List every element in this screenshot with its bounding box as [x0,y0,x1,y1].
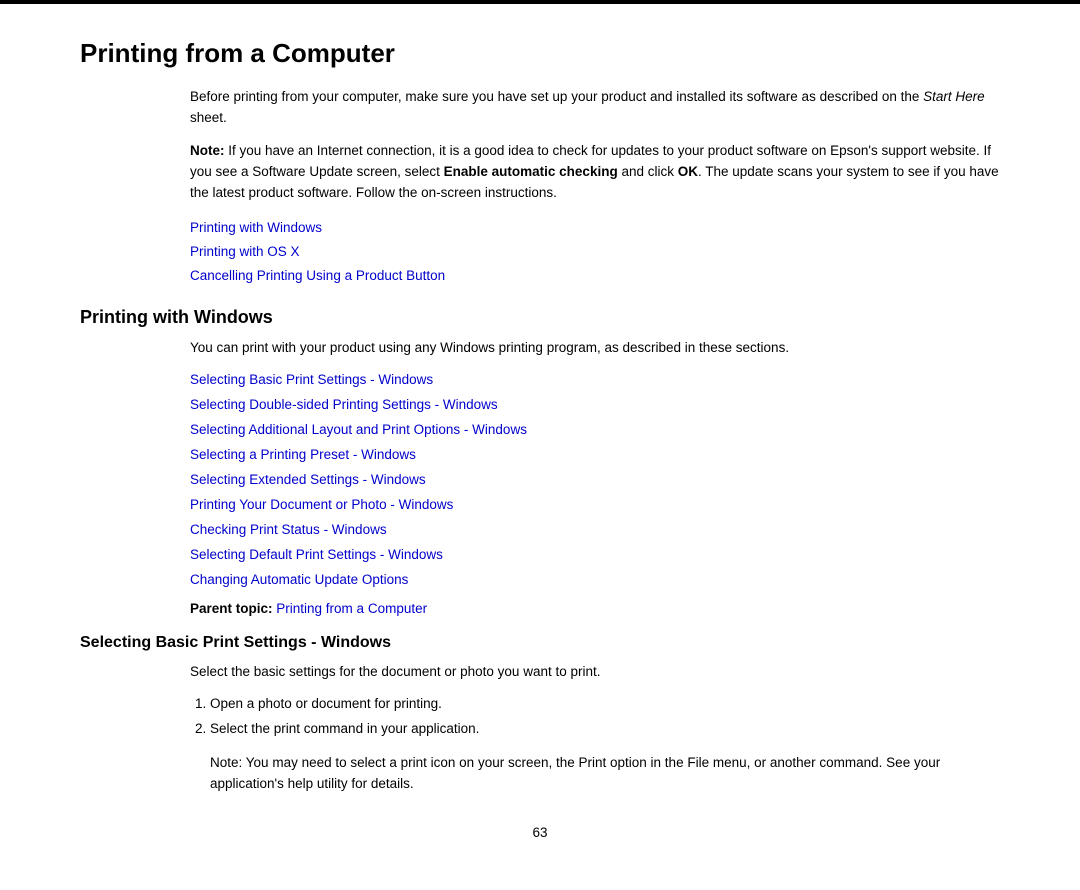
windows-section-links: Selecting Basic Print Settings - Windows… [190,368,1000,593]
list-item-2: Select the print command in your applica… [210,718,1000,741]
enable-auto-checking: Enable automatic checking [444,164,618,179]
note-label: Note: [190,143,225,158]
basic-print-note: Note: You may need to select a print ico… [210,753,1000,795]
parent-topic-label: Parent topic: [190,601,273,616]
link-printing-doc-photo[interactable]: Printing Your Document or Photo - Window… [190,493,1000,518]
main-section-links: Printing with Windows Printing with OS X… [190,216,1000,289]
link-double-sided[interactable]: Selecting Double-sided Printing Settings… [190,393,1000,418]
page-container: Printing from a Computer Before printing… [0,0,1080,890]
link-auto-update[interactable]: Changing Automatic Update Options [190,568,1000,593]
intro-para1: Before printing from your computer, make… [190,87,1000,129]
numbered-list: Open a photo or document for printing. S… [210,693,1000,741]
basic-print-heading: Selecting Basic Print Settings - Windows [80,634,1000,652]
basic-print-body: Select the basic settings for the docume… [190,662,1000,683]
page-number: 63 [80,825,1000,840]
link-basic-print-settings[interactable]: Selecting Basic Print Settings - Windows [190,368,1000,393]
parent-topic-link[interactable]: Printing from a Computer [276,601,427,616]
ok-label: OK [678,164,698,179]
link-default-print-settings[interactable]: Selecting Default Print Settings - Windo… [190,543,1000,568]
list-item-1: Open a photo or document for printing. [210,693,1000,716]
note-para: Note: If you have an Internet connection… [190,141,1000,204]
link-checking-print-status[interactable]: Checking Print Status - Windows [190,518,1000,543]
link-printing-osx[interactable]: Printing with OS X [190,240,1000,264]
print-option-bold: Print [579,755,607,770]
printing-windows-body: You can print with your product using an… [190,338,1000,359]
link-additional-layout[interactable]: Selecting Additional Layout and Print Op… [190,418,1000,443]
content-area: Printing from a Computer Before printing… [0,4,1080,890]
parent-topic: Parent topic: Printing from a Computer [190,601,1000,616]
link-cancelling-printing[interactable]: Cancelling Printing Using a Product Butt… [190,264,1000,288]
printing-windows-heading: Printing with Windows [80,307,1000,328]
file-menu-bold: File [687,755,709,770]
basic-note-label: Note: [210,755,242,770]
main-heading: Printing from a Computer [80,38,1000,69]
link-printing-preset[interactable]: Selecting a Printing Preset - Windows [190,443,1000,468]
link-printing-windows[interactable]: Printing with Windows [190,216,1000,240]
link-extended-settings[interactable]: Selecting Extended Settings - Windows [190,468,1000,493]
italic-start-here: Start Here [923,89,985,104]
